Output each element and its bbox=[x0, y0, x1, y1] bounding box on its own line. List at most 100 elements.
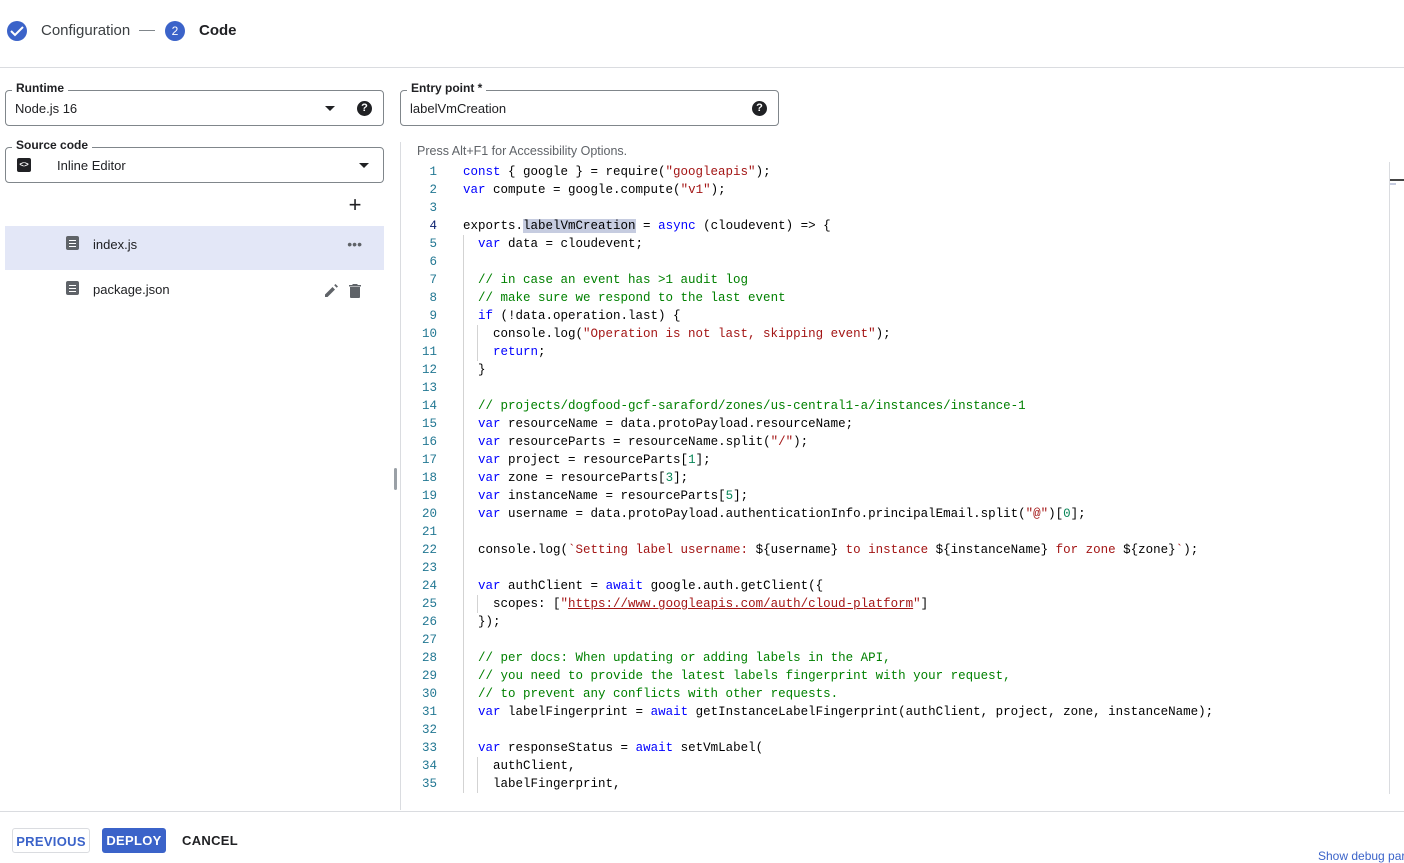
entry-point-input[interactable]: labelVmCreation bbox=[410, 101, 506, 116]
code-text[interactable]: exports.labelVmCreation = async (cloudev… bbox=[463, 217, 831, 235]
show-debug-panel-link[interactable]: Show debug par bbox=[1318, 849, 1404, 863]
runtime-select[interactable]: Runtime Node.js 16 ? bbox=[5, 81, 384, 126]
code-line[interactable]: 31 var labelFingerprint = await getInsta… bbox=[401, 703, 1389, 721]
code-text[interactable]: labelFingerprint, bbox=[463, 775, 621, 793]
indent-guide bbox=[477, 325, 478, 361]
delete-icon[interactable] bbox=[348, 283, 362, 304]
code-line[interactable]: 8 // make sure we respond to the last ev… bbox=[401, 289, 1389, 307]
code-text[interactable]: // make sure we respond to the last even… bbox=[463, 289, 786, 307]
code-text[interactable]: var authClient = await google.auth.getCl… bbox=[463, 577, 823, 595]
code-line[interactable]: 22 console.log(`Setting label username: … bbox=[401, 541, 1389, 559]
code-text[interactable]: authClient, bbox=[463, 757, 576, 775]
edit-icon[interactable] bbox=[323, 283, 339, 304]
code-text[interactable]: // per docs: When updating or adding lab… bbox=[463, 649, 891, 667]
code-line[interactable]: 17 var project = resourceParts[1]; bbox=[401, 451, 1389, 469]
code-text[interactable]: // to prevent any conflicts with other r… bbox=[463, 685, 838, 703]
code-line[interactable]: 28 // per docs: When updating or adding … bbox=[401, 649, 1389, 667]
code-line[interactable]: 2 var compute = google.compute("v1"); bbox=[401, 181, 1389, 199]
code-line[interactable]: 11 return; bbox=[401, 343, 1389, 361]
line-number: 12 bbox=[421, 363, 437, 377]
code-line[interactable]: 25 scopes: ["https://www.googleapis.com/… bbox=[401, 595, 1389, 613]
code-line[interactable]: 24 var authClient = await google.auth.ge… bbox=[401, 577, 1389, 595]
line-number: 8 bbox=[429, 291, 437, 305]
source-code-label: Source code bbox=[12, 138, 93, 152]
code-line[interactable]: 12 } bbox=[401, 361, 1389, 379]
file-item-index-js[interactable]: index.js ••• bbox=[5, 226, 384, 270]
code-text[interactable]: var project = resourceParts[1]; bbox=[463, 451, 711, 469]
code-line[interactable]: 5 var data = cloudevent; bbox=[401, 235, 1389, 253]
editor-scrollbar[interactable] bbox=[1389, 162, 1390, 794]
line-number: 5 bbox=[429, 237, 437, 251]
code-text[interactable]: var responseStatus = await setVmLabel( bbox=[463, 739, 763, 757]
code-editor[interactable]: 1 const { google } = require("googleapis"… bbox=[401, 162, 1389, 794]
entry-point-field[interactable]: Entry point * labelVmCreation ? bbox=[400, 81, 779, 126]
code-line[interactable]: 6 bbox=[401, 253, 1389, 271]
code-text[interactable]: // projects/dogfood-gcf-saraford/zones/u… bbox=[463, 397, 1026, 415]
previous-button[interactable]: PREVIOUS bbox=[12, 828, 90, 853]
code-line[interactable]: 13 bbox=[401, 379, 1389, 397]
step-configuration[interactable]: Configuration bbox=[41, 22, 130, 39]
code-line[interactable]: 9 if (!data.operation.last) { bbox=[401, 307, 1389, 325]
line-number: 2 bbox=[429, 183, 437, 197]
code-line[interactable]: 23 bbox=[401, 559, 1389, 577]
line-number: 20 bbox=[421, 507, 437, 521]
code-line[interactable]: 35 labelFingerprint, bbox=[401, 775, 1389, 793]
code-text[interactable]: // in case an event has >1 audit log bbox=[463, 271, 748, 289]
cancel-button[interactable]: CANCEL bbox=[178, 828, 242, 853]
code-line[interactable]: 3 bbox=[401, 199, 1389, 217]
code-line[interactable]: 10 console.log("Operation is not last, s… bbox=[401, 325, 1389, 343]
line-number: 7 bbox=[429, 273, 437, 287]
code-text[interactable]: var resourceParts = resourceName.split("… bbox=[463, 433, 808, 451]
panel-resize-handle[interactable] bbox=[394, 468, 397, 490]
file-name: index.js bbox=[93, 237, 138, 252]
code-line[interactable]: 7 // in case an event has >1 audit log bbox=[401, 271, 1389, 289]
code-line[interactable]: 29 // you need to provide the latest lab… bbox=[401, 667, 1389, 685]
code-text[interactable]: console.log("Operation is not last, skip… bbox=[463, 325, 891, 343]
code-line[interactable]: 1 const { google } = require("googleapis"… bbox=[401, 163, 1389, 181]
code-text[interactable]: var username = data.protoPayload.authent… bbox=[463, 505, 1086, 523]
code-line[interactable]: 32 bbox=[401, 721, 1389, 739]
minimap-selection-marker bbox=[1390, 183, 1396, 185]
code-text[interactable]: // you need to provide the latest labels… bbox=[463, 667, 1011, 685]
code-line[interactable]: 27 bbox=[401, 631, 1389, 649]
code-line[interactable]: 34 authClient, bbox=[401, 757, 1389, 775]
file-name: package.json bbox=[93, 282, 170, 297]
more-options-icon[interactable]: ••• bbox=[347, 236, 362, 252]
source-code-select[interactable]: Source code <> Inline Editor bbox=[5, 138, 384, 183]
dropdown-arrow-icon[interactable] bbox=[325, 106, 335, 111]
code-text[interactable]: var labelFingerprint = await getInstance… bbox=[463, 703, 1213, 721]
code-text[interactable]: }); bbox=[463, 613, 501, 631]
code-line[interactable]: 19 var instanceName = resourceParts[5]; bbox=[401, 487, 1389, 505]
code-line[interactable]: 20 var username = data.protoPayload.auth… bbox=[401, 505, 1389, 523]
file-item-package-json[interactable]: package.json bbox=[5, 271, 384, 315]
code-line[interactable]: 18 var zone = resourceParts[3]; bbox=[401, 469, 1389, 487]
line-number: 25 bbox=[421, 597, 437, 611]
line-number: 31 bbox=[421, 705, 437, 719]
code-text[interactable]: return; bbox=[463, 343, 546, 361]
code-text[interactable]: const { google } = require("googleapis")… bbox=[463, 163, 771, 181]
help-icon[interactable]: ? bbox=[752, 101, 767, 116]
code-line[interactable]: 26 }); bbox=[401, 613, 1389, 631]
code-text[interactable]: if (!data.operation.last) { bbox=[463, 307, 681, 325]
code-line[interactable]: 15 var resourceName = data.protoPayload.… bbox=[401, 415, 1389, 433]
code-text[interactable]: scopes: ["https://www.googleapis.com/aut… bbox=[463, 595, 928, 613]
code-line[interactable]: 21 bbox=[401, 523, 1389, 541]
code-text[interactable]: var resourceName = data.protoPayload.res… bbox=[463, 415, 853, 433]
deploy-button[interactable]: DEPLOY bbox=[102, 828, 166, 853]
code-text[interactable]: var instanceName = resourceParts[5]; bbox=[463, 487, 748, 505]
add-file-icon[interactable]: + bbox=[346, 194, 364, 216]
code-text[interactable]: } bbox=[463, 361, 486, 379]
code-line[interactable]: 4 exports.labelVmCreation = async (cloude… bbox=[401, 217, 1389, 235]
code-line[interactable]: 33 var responseStatus = await setVmLabel… bbox=[401, 739, 1389, 757]
code-text[interactable]: var compute = google.compute("v1"); bbox=[463, 181, 726, 199]
code-text[interactable]: var zone = resourceParts[3]; bbox=[463, 469, 688, 487]
check-circle-icon[interactable] bbox=[7, 21, 27, 41]
code-text[interactable]: var data = cloudevent; bbox=[463, 235, 643, 253]
code-line[interactable]: 16 var resourceParts = resourceName.spli… bbox=[401, 433, 1389, 451]
code-text[interactable]: console.log(`Setting label username: ${u… bbox=[463, 541, 1198, 559]
code-line[interactable]: 30 // to prevent any conflicts with othe… bbox=[401, 685, 1389, 703]
code-line[interactable]: 14 // projects/dogfood-gcf-saraford/zone… bbox=[401, 397, 1389, 415]
dropdown-arrow-icon[interactable] bbox=[359, 163, 369, 168]
help-icon[interactable]: ? bbox=[357, 101, 372, 116]
step-separator bbox=[139, 30, 155, 31]
